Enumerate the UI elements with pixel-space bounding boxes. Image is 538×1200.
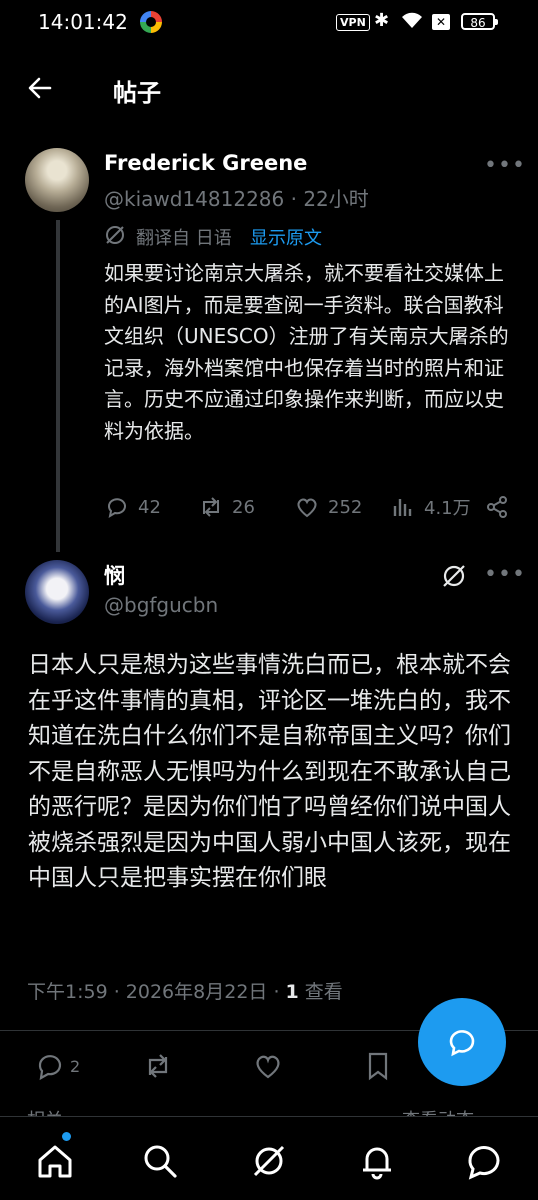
bottom-navigation [0, 1116, 538, 1200]
author-handle: @bgfgucbn [104, 593, 219, 617]
post-meta: 下午1:59 · 2026年8月22日 · 1 查看 [27, 977, 343, 1004]
author-handle: @kiawd14812286 · 22小时 [104, 187, 369, 211]
translation-label: 翻译自 日语 [136, 228, 232, 249]
avatar[interactable] [25, 148, 89, 212]
like-icon [297, 498, 317, 518]
reply-button[interactable]: 2 [34, 1050, 80, 1082]
post-text: 如果要讨论南京大屠杀，就不要看社交媒体上的AI图片，而是要查阅一手资料。联合国教… [104, 261, 509, 443]
wifi-icon [402, 12, 422, 28]
timestamp: 下午1:59 · 2026年8月22日 · [27, 981, 286, 1003]
repost-icon [148, 1054, 168, 1078]
author-name[interactable]: Frederick Greene [104, 151, 307, 175]
reply-count: 42 [138, 496, 161, 518]
notifications-icon[interactable] [357, 1141, 397, 1181]
repost-count: 26 [232, 496, 255, 518]
bookmark-button[interactable] [362, 1050, 394, 1082]
compose-reply-button[interactable] [418, 998, 506, 1086]
share-button[interactable] [484, 494, 518, 520]
top-bar: 帖子 [0, 60, 538, 120]
translate-icon [106, 226, 124, 244]
reply-button[interactable]: 42 [104, 494, 161, 520]
sim-disabled-icon: ✕ [432, 14, 450, 30]
views-label: 查看 [298, 981, 343, 1003]
grok-icon[interactable] [440, 562, 468, 590]
reply-text: 日本人只是想为这些事情洗白而已，根本就不会在乎这件事情的真相，评论区一堆洗白的，… [28, 652, 511, 891]
repost-button[interactable] [142, 1050, 174, 1082]
view-count: 1 [285, 981, 299, 1003]
chat-bubble-icon [449, 1030, 475, 1057]
views-button[interactable]: 4.1万 [390, 494, 471, 520]
reply-icon [108, 498, 126, 519]
avatar[interactable] [25, 560, 89, 624]
bluetooth-icon: ✱ [374, 10, 390, 31]
status-bar: 14:01:42 VPN ✱ ✕ 86 [0, 0, 538, 48]
notification-dot [62, 1132, 71, 1141]
like-button[interactable] [252, 1050, 284, 1082]
share-icon [487, 496, 507, 518]
post-actions: 42 26 252 4.1万 [104, 494, 524, 524]
more-icon[interactable]: ••• [484, 153, 526, 178]
search-icon[interactable] [140, 1141, 180, 1181]
show-original-link[interactable]: 显示原文 [250, 224, 322, 250]
home-icon[interactable] [35, 1141, 75, 1181]
bookmark-icon [368, 1052, 388, 1081]
views-count: 4.1万 [424, 498, 471, 519]
repost-button[interactable]: 26 [198, 494, 255, 520]
battery-icon: 86 [461, 13, 498, 30]
author-name[interactable]: 悯 [104, 560, 125, 590]
back-arrow-icon[interactable] [24, 72, 56, 104]
like-button[interactable]: 252 [294, 494, 362, 520]
reply-icon [38, 1055, 62, 1081]
page-title: 帖子 [113, 79, 161, 107]
like-count: 252 [328, 496, 363, 518]
like-icon [256, 1055, 280, 1079]
status-time: 14:01:42 [38, 10, 128, 34]
grok-icon[interactable] [249, 1141, 289, 1181]
more-icon[interactable]: ••• [484, 562, 526, 587]
thread-line [56, 220, 60, 552]
views-icon [393, 499, 412, 516]
app-notification-icon [140, 11, 162, 33]
repost-icon [203, 497, 219, 517]
vpn-icon: VPN [336, 14, 370, 31]
reply-count: 2 [70, 1056, 81, 1076]
messages-icon[interactable] [464, 1141, 504, 1181]
